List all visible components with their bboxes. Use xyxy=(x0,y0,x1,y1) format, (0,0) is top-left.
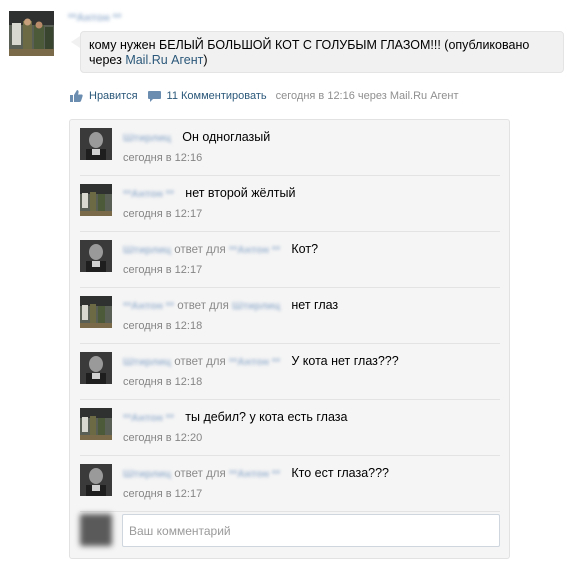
commenter-avatar[interactable] xyxy=(80,408,112,440)
comment-text: нет второй жёлтый xyxy=(185,186,296,200)
comment-text: нет глаз xyxy=(291,298,339,312)
comment-author[interactable]: **Антон ** xyxy=(123,300,174,312)
comment-text: У кота нет глаз??? xyxy=(291,354,399,368)
mail-ru-agent-link[interactable]: Mail.Ru Агент xyxy=(125,53,203,67)
commenter-avatar[interactable] xyxy=(80,184,112,216)
comment-author[interactable]: Штирлиц xyxy=(123,356,171,368)
soldiers-photo-image xyxy=(80,296,112,328)
man-portrait-image xyxy=(80,464,112,496)
man-portrait-image xyxy=(80,352,112,384)
comments-panel: Штирлиц Он одноглазый сегодня в 12:16 **… xyxy=(69,119,510,559)
commenter-avatar[interactable] xyxy=(80,352,112,384)
comment-button[interactable]: 11 Комментировать xyxy=(167,90,267,102)
post-author-name[interactable]: **Антон ** xyxy=(68,12,121,24)
my-avatar xyxy=(80,514,112,546)
commenter-avatar[interactable] xyxy=(80,128,112,160)
comment-time[interactable]: сегодня в 12:20 xyxy=(123,432,202,444)
man-portrait-image xyxy=(80,240,112,272)
post-bubble: кому нужен БЕЛЫЙ БОЛЬШОЙ КОТ С ГОЛУБЫМ Г… xyxy=(80,31,564,73)
comment-author[interactable]: Штирлиц xyxy=(123,468,171,480)
comment-author[interactable]: Штирлиц xyxy=(123,132,171,144)
soldiers-photo-image xyxy=(9,11,54,56)
bubble-tail xyxy=(71,36,80,48)
comment-time[interactable]: сегодня в 12:18 xyxy=(123,376,202,388)
comment-time[interactable]: сегодня в 12:18 xyxy=(123,320,202,332)
comment-item: Штирлиц ответ для **Антон ** Кто ест гла… xyxy=(80,456,500,512)
comment-item: Штирлиц ответ для **Антон ** Кот? сегодн… xyxy=(80,232,500,288)
reply-to-label: ответ для xyxy=(174,356,226,368)
like-button[interactable]: Нравится xyxy=(89,90,138,102)
post-author-avatar[interactable] xyxy=(9,11,54,56)
post-actions: Нравится 11 Комментировать сегодня в 12:… xyxy=(70,88,459,104)
reply-to-label: ответ для xyxy=(174,468,226,480)
post-text-end: ) xyxy=(203,53,208,67)
comment-text: Кот? xyxy=(291,242,319,256)
comment-item: Штирлиц Он одноглазый сегодня в 12:16 xyxy=(80,120,500,176)
comment-item: **Антон ** ты дебил? у кота есть глаза с… xyxy=(80,400,500,456)
comment-item: Штирлиц ответ для **Антон ** У кота нет … xyxy=(80,344,500,400)
comment-text: ты дебил? у кота есть глаза xyxy=(185,410,348,424)
post-meta: сегодня в 12:16 через Mail.Ru Агент xyxy=(275,90,459,102)
commenter-avatar[interactable] xyxy=(80,296,112,328)
man-portrait-image xyxy=(80,128,112,160)
comment-time[interactable]: сегодня в 12:17 xyxy=(123,488,202,500)
reply-to-label: ответ для xyxy=(177,300,229,312)
reply-to-name[interactable]: **Антон ** xyxy=(229,244,280,256)
comment-author[interactable]: Штирлиц xyxy=(123,244,171,256)
comment-time[interactable]: сегодня в 12:16 xyxy=(123,152,202,164)
like-icon[interactable] xyxy=(70,90,83,102)
reply-to-name[interactable]: **Антон ** xyxy=(229,468,280,480)
comment-author[interactable]: **Антон ** xyxy=(123,188,174,200)
reply-to-label: ответ для xyxy=(174,244,226,256)
reply-to-name[interactable]: **Антон ** xyxy=(229,356,280,368)
commenter-avatar[interactable] xyxy=(80,464,112,496)
comment-icon[interactable] xyxy=(147,90,161,102)
comment-item: **Антон ** ответ для Штирлиц нет глаз се… xyxy=(80,288,500,344)
comment-text: Кто ест глаза??? xyxy=(291,466,390,480)
comment-input[interactable] xyxy=(122,514,500,547)
reply-to-name[interactable]: Штирлиц xyxy=(232,300,280,312)
comment-item: **Антон ** нет второй жёлтый сегодня в 1… xyxy=(80,176,500,232)
soldiers-photo-image xyxy=(80,408,112,440)
comment-time[interactable]: сегодня в 12:17 xyxy=(123,208,202,220)
comment-author[interactable]: **Антон ** xyxy=(123,412,174,424)
comment-text: Он одноглазый xyxy=(182,130,271,144)
comment-time[interactable]: сегодня в 12:17 xyxy=(123,264,202,276)
commenter-avatar[interactable] xyxy=(80,240,112,272)
soldiers-photo-image xyxy=(80,184,112,216)
